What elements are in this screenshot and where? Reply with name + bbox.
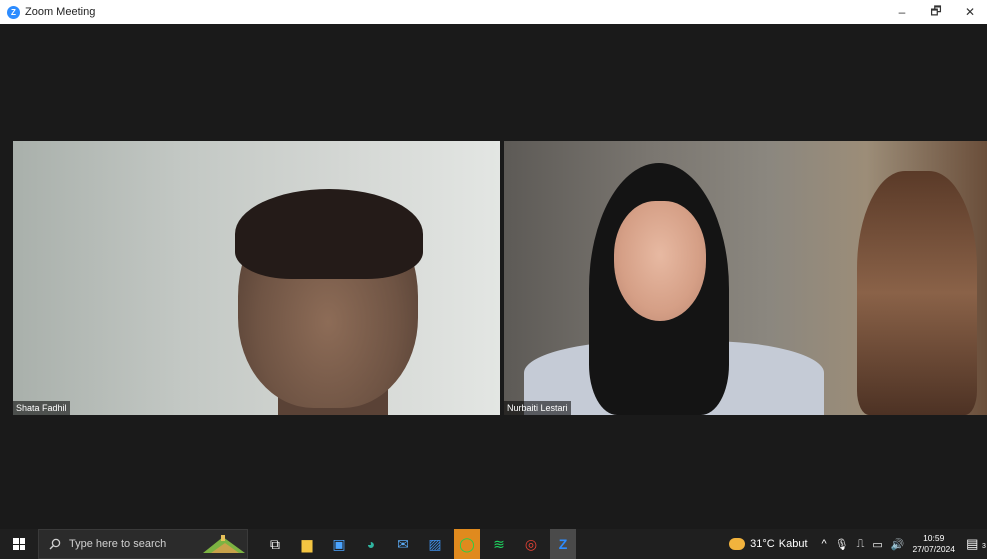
weather-icon[interactable] (729, 538, 746, 550)
taskbar-whatsapp[interactable]: ◯ (454, 529, 480, 559)
clock[interactable]: 10:59 27/07/2024 (912, 533, 955, 555)
clock-date: 27/07/2024 (912, 544, 955, 554)
taskbar-file-explorer[interactable]: ▆ (294, 529, 320, 559)
clock-time: 10:59 (923, 533, 945, 543)
windows-icon (13, 538, 25, 550)
search-highlight-icon (203, 535, 245, 553)
window-title: Zoom Meeting (25, 6, 96, 18)
volume-icon[interactable]: 🔊 (891, 538, 905, 551)
notification-count: 3 (982, 543, 986, 550)
title-bar: Z Zoom Meeting – 🗗 ✕ (0, 0, 987, 24)
photos-icon: ▨ (428, 535, 442, 552)
battery-icon[interactable]: ▭ (872, 538, 882, 551)
taskbar-store[interactable]: ▣ (326, 529, 352, 559)
taskbar-spotify[interactable]: ≋ (486, 529, 512, 559)
minimize-icon: – (898, 5, 906, 19)
taskbar-mail[interactable]: ✉ (390, 529, 416, 559)
notification-icon: ▤ (966, 536, 979, 551)
restore-icon: 🗗 (930, 3, 942, 18)
video-tile-shata-fadhil[interactable]: Shata Fadhil (13, 141, 500, 415)
chrome-icon: ◎ (524, 535, 538, 552)
participant-name-label: Nurbaiti Lestari (504, 401, 571, 415)
minimize-button[interactable]: – (885, 0, 919, 24)
edge-icon: ◕ (366, 536, 376, 552)
chevron-up-icon[interactable]: ^ (822, 538, 827, 550)
mail-icon: ✉ (397, 535, 409, 552)
taskbar-edge[interactable]: ◕ (358, 529, 384, 559)
participant-face (614, 201, 706, 321)
network-icon[interactable]: ⎍ (857, 538, 865, 551)
task-view-icon: ⧉ (270, 535, 280, 552)
taskbar-task-view[interactable]: ⧉ (262, 529, 288, 559)
search-icon (49, 538, 61, 550)
meeting-view: Shata Fadhil Nurbaiti Lestari (8, 24, 987, 529)
notification-center-button[interactable]: ▤ 3 (965, 536, 987, 552)
participant-name-label: Shata Fadhil (13, 401, 70, 415)
restore-button[interactable]: 🗗 (919, 0, 953, 24)
taskbar-zoom[interactable]: Z (550, 529, 576, 559)
weather-description[interactable]: Kabut (779, 538, 808, 550)
system-tray: 31°C Kabut ^ 🎙 ⎍ ▭ 🔊 10:59 27/07/2024 ▤ … (729, 529, 987, 559)
taskbar: Type here to search ⧉ ▆ ▣ ◕ ✉ ▨ ◯ ≋ ◎ Z … (0, 529, 987, 559)
whatsapp-icon: ◯ (459, 535, 475, 552)
search-box[interactable]: Type here to search (38, 529, 248, 559)
zoom-icon: Z (558, 536, 568, 552)
taskbar-photos[interactable]: ▨ (422, 529, 448, 559)
start-button[interactable] (0, 529, 38, 559)
weather-temperature[interactable]: 31°C (750, 538, 775, 550)
video-tile-nurbaiti-lestari[interactable]: Nurbaiti Lestari (504, 141, 987, 415)
taskbar-chrome[interactable]: ◎ (518, 529, 544, 559)
close-icon: ✕ (964, 5, 976, 19)
background-chair (857, 171, 977, 415)
microphone-icon[interactable]: 🎙 (835, 538, 849, 551)
store-icon: ▣ (332, 535, 346, 552)
folder-icon: ▆ (301, 535, 313, 552)
window-controls: – 🗗 ✕ (885, 0, 987, 24)
zoom-icon: Z (7, 5, 20, 19)
taskbar-apps: ⧉ ▆ ▣ ◕ ✉ ▨ ◯ ≋ ◎ Z (262, 529, 582, 559)
participant-hair (235, 189, 423, 279)
spotify-icon: ≋ (493, 535, 505, 552)
search-placeholder: Type here to search (69, 538, 167, 550)
close-button[interactable]: ✕ (953, 0, 987, 24)
